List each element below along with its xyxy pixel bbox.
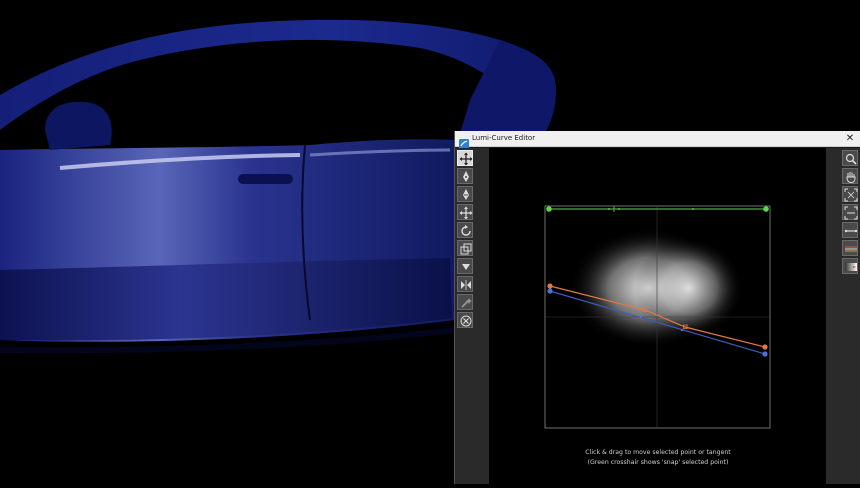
luminance-preview bbox=[545, 228, 770, 428]
move-points-tool-button[interactable] bbox=[457, 204, 473, 220]
left-toolbar bbox=[455, 148, 489, 484]
remove-point-tool-button[interactable] bbox=[457, 186, 473, 202]
fit-selection-tool-button[interactable] bbox=[842, 204, 858, 220]
app-icon bbox=[459, 134, 469, 149]
scale-icon bbox=[460, 243, 472, 255]
move-tool-button[interactable] bbox=[457, 150, 473, 166]
triangle-down-icon bbox=[462, 264, 470, 270]
move-points-icon bbox=[459, 206, 473, 220]
close-icon: ✕ bbox=[845, 133, 855, 144]
line-style-tool-button[interactable] bbox=[842, 222, 858, 238]
zoom-icon bbox=[845, 153, 857, 165]
fit-view-icon bbox=[844, 188, 858, 202]
window-title: Lumi-Curve Editor bbox=[472, 134, 536, 142]
color-curves-tool-button[interactable] bbox=[842, 240, 858, 256]
lumi-curve-editor-window: Lumi-Curve Editor ✕ Click & drag to move… bbox=[454, 131, 860, 484]
rotate-tool-button[interactable] bbox=[457, 222, 473, 238]
snap-crosshair-line[interactable] bbox=[546, 206, 769, 212]
right-toolbar bbox=[826, 148, 860, 484]
auto-tool-button[interactable] bbox=[457, 294, 473, 310]
flip-vertical-tool-button[interactable] bbox=[457, 258, 473, 274]
title-bar[interactable]: Lumi-Curve Editor ✕ bbox=[455, 131, 860, 149]
instruction-line-1: Click & drag to move selected point or t… bbox=[585, 449, 731, 456]
color-curves-icon bbox=[845, 246, 857, 252]
move-arrows-icon bbox=[459, 152, 473, 166]
line-style-icon bbox=[844, 229, 858, 233]
pan-tool-button[interactable] bbox=[842, 168, 858, 184]
reset-tool-button[interactable] bbox=[457, 312, 473, 328]
flip-horizontal-tool-button[interactable] bbox=[457, 276, 473, 292]
curve-canvas-area[interactable]: Click & drag to move selected point or t… bbox=[489, 148, 827, 484]
gradient-swatch-icon bbox=[845, 263, 857, 271]
close-button[interactable]: ✕ bbox=[844, 132, 856, 145]
pan-hand-icon bbox=[846, 172, 856, 184]
instruction-text: Click & drag to move selected point or t… bbox=[489, 448, 827, 468]
flip-horizontal-icon bbox=[461, 280, 471, 290]
gradient-swatch-tool-button[interactable] bbox=[842, 258, 858, 274]
zoom-tool-button[interactable] bbox=[842, 150, 858, 166]
curve-graph[interactable] bbox=[489, 148, 827, 484]
add-point-tool-button[interactable] bbox=[457, 168, 473, 184]
rotate-icon bbox=[461, 225, 471, 236]
pen-add-point-icon bbox=[463, 171, 469, 182]
instruction-line-2: (Green crosshair shows 'snap' selected p… bbox=[587, 459, 729, 466]
magic-wand-icon bbox=[461, 298, 472, 308]
pen-remove-point-icon bbox=[463, 189, 469, 200]
reset-icon bbox=[460, 315, 472, 327]
fit-selection-icon bbox=[844, 206, 858, 220]
fit-view-tool-button[interactable] bbox=[842, 186, 858, 202]
scale-tool-button[interactable] bbox=[457, 240, 473, 256]
